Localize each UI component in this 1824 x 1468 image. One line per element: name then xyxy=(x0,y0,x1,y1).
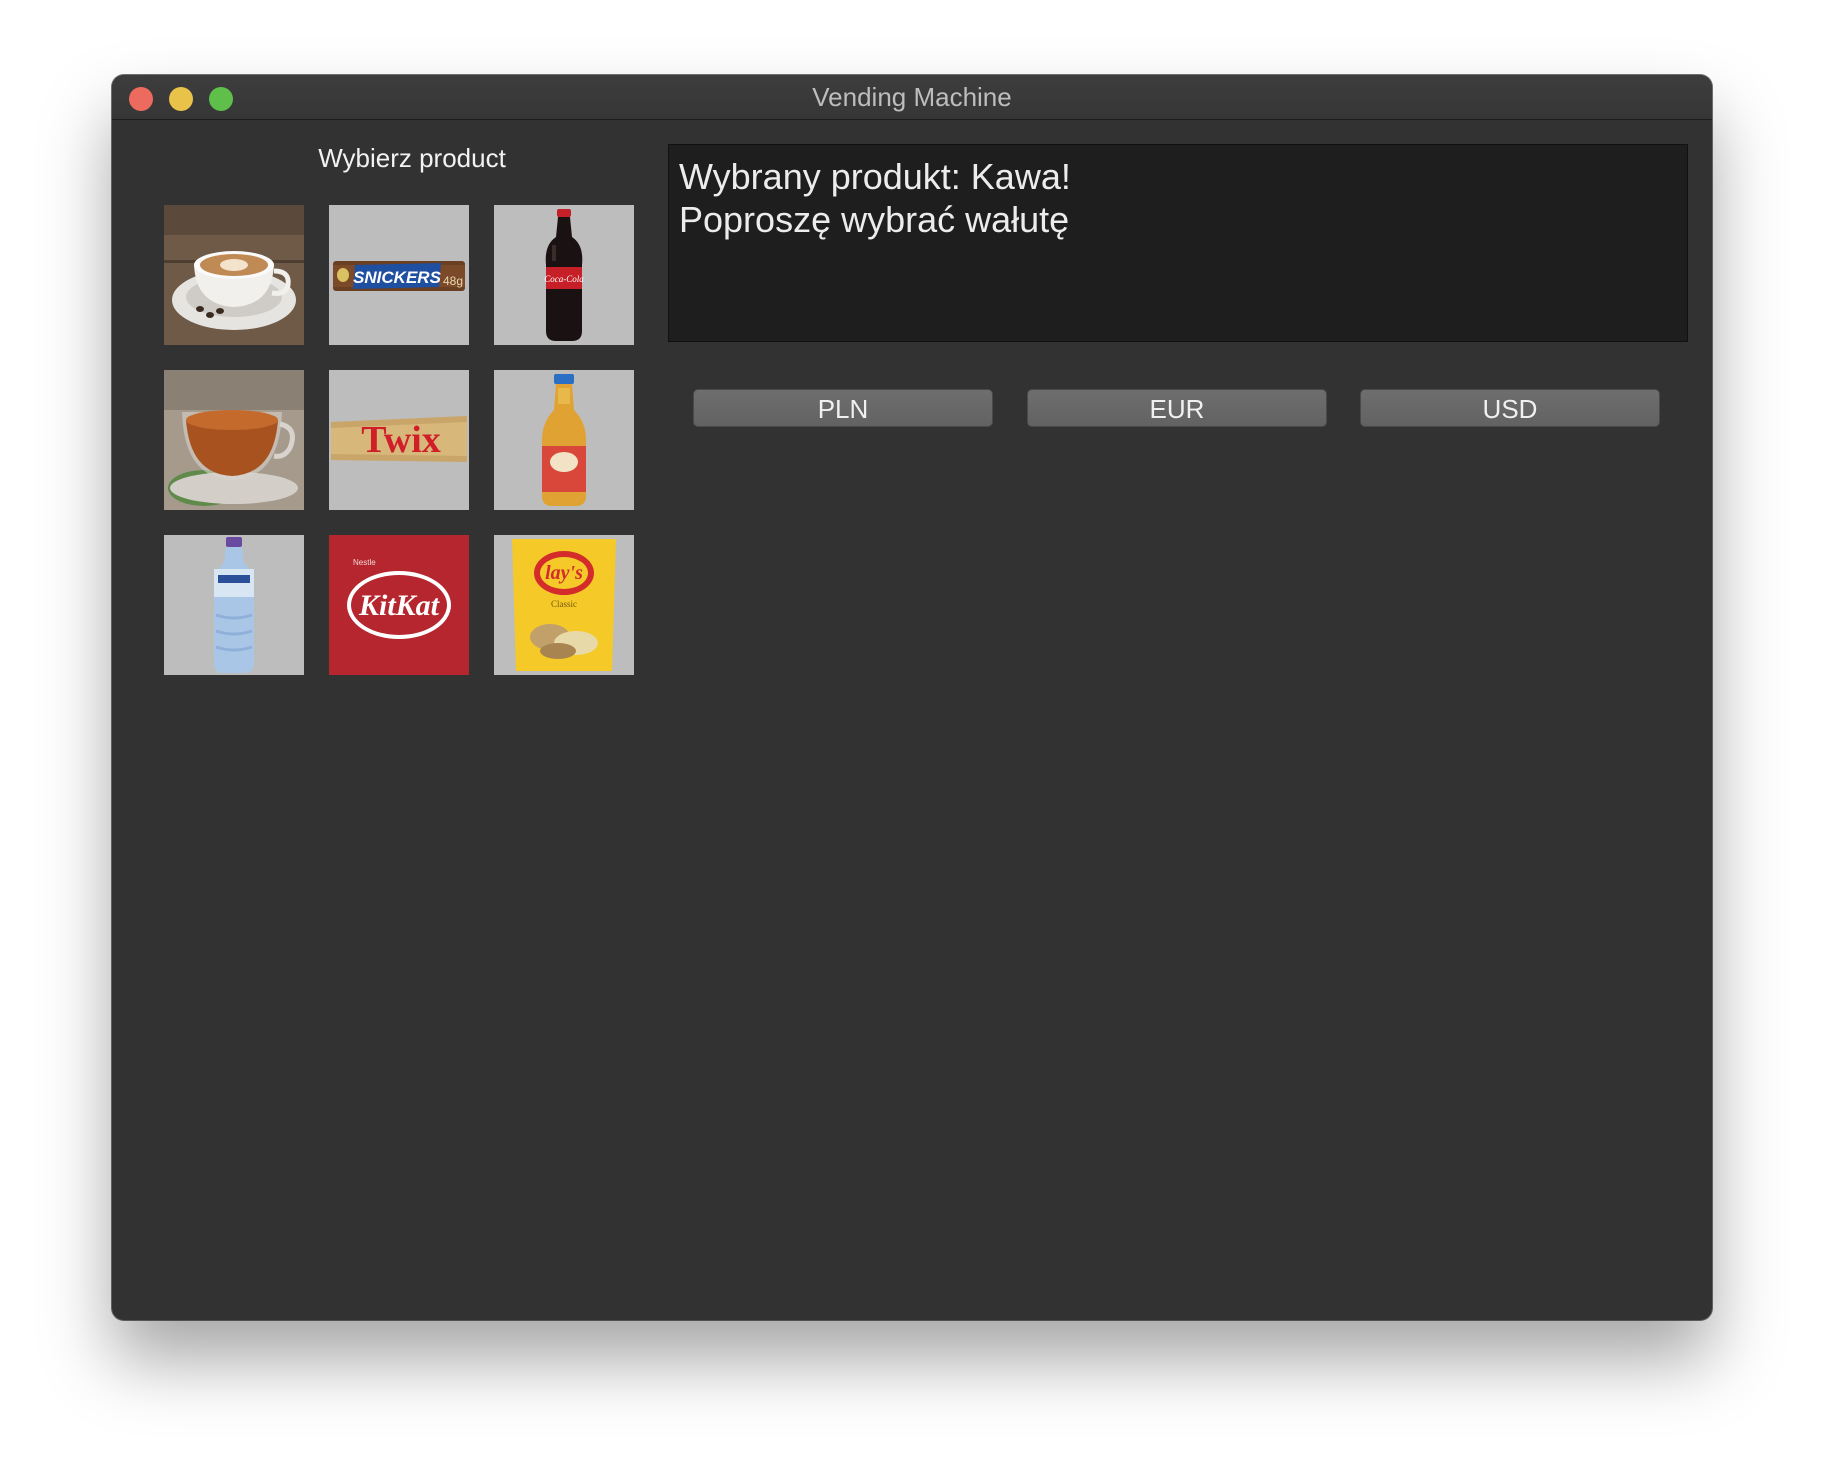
product-button-lays[interactable]: lay's Classic xyxy=(494,535,634,675)
svg-text:SNICKERS: SNICKERS xyxy=(353,268,442,287)
coffee-cup-icon xyxy=(164,205,304,345)
message-display: Wybrany produkt: Kawa! Poproszę wybrać w… xyxy=(668,144,1688,342)
cola-bottle-icon: Coca-Cola xyxy=(494,205,634,345)
currency-button-pln[interactable]: PLN xyxy=(693,389,993,427)
chips-bag-icon: lay's Classic xyxy=(494,535,634,675)
twix-bar-icon: Twix xyxy=(329,370,469,510)
currency-button-eur[interactable]: EUR xyxy=(1027,389,1327,427)
product-heading: Wybierz product xyxy=(318,143,506,173)
juice-bottle-icon xyxy=(494,370,634,510)
title-bar[interactable]: Vending Machine xyxy=(112,75,1712,120)
snickers-bar-icon: SNICKERS 48g xyxy=(329,205,469,345)
product-button-water[interactable] xyxy=(164,535,304,675)
product-button-tea[interactable] xyxy=(164,370,304,510)
svg-text:lay's: lay's xyxy=(545,562,583,584)
svg-text:48g: 48g xyxy=(443,274,463,288)
kitkat-icon: KitKat Nestle xyxy=(329,535,469,675)
water-bottle-icon xyxy=(164,535,304,675)
product-button-coffee[interactable] xyxy=(164,205,304,345)
product-button-coca-cola[interactable]: Coca-Cola xyxy=(494,205,634,345)
svg-text:Classic: Classic xyxy=(551,599,577,609)
svg-text:Twix: Twix xyxy=(361,419,441,461)
svg-text:Nestle: Nestle xyxy=(353,558,376,567)
svg-text:KitKat: KitKat xyxy=(358,589,441,622)
currency-button-usd[interactable]: USD xyxy=(1360,389,1660,427)
product-button-snickers[interactable]: SNICKERS 48g xyxy=(329,205,469,345)
product-button-juice[interactable] xyxy=(494,370,634,510)
product-button-kitkat[interactable]: KitKat Nestle xyxy=(329,535,469,675)
product-button-twix[interactable]: Twix xyxy=(329,370,469,510)
display-line-selected: Wybrany produkt: Kawa! xyxy=(679,156,1071,197)
svg-text:Coca-Cola: Coca-Cola xyxy=(544,274,584,284)
app-window: Vending Machine Wybierz product SNICKERS… xyxy=(112,75,1712,1320)
product-grid: SNICKERS 48g Coca-Cola Twix KitKat Nestl… xyxy=(164,205,634,675)
display-line-prompt: Poproszę wybrać wałutę xyxy=(679,199,1070,240)
tea-cup-icon xyxy=(164,370,304,510)
window-title: Vending Machine xyxy=(812,82,1012,112)
